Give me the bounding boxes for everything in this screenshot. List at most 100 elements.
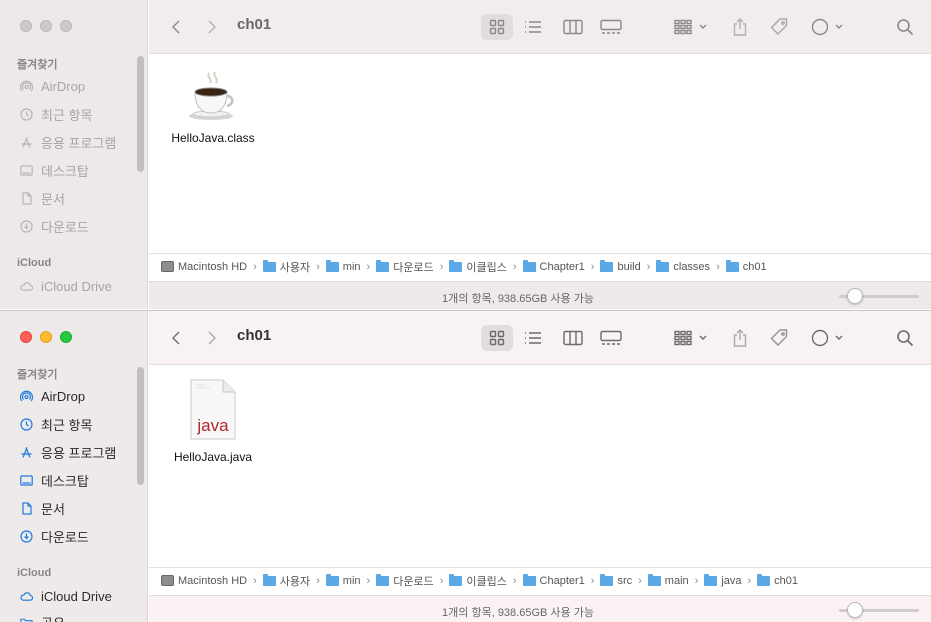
path-item[interactable]: ch01 [725, 259, 767, 273]
chevron-right-icon: › [316, 260, 320, 273]
path-item[interactable]: 다운로드 [376, 573, 434, 589]
close-button[interactable] [20, 20, 32, 32]
folder-icon [725, 259, 739, 272]
sidebar-item-shared[interactable]: 공유 [20, 611, 65, 622]
tag-button[interactable] [767, 14, 791, 40]
sidebar-item-icloud-drive[interactable]: iCloud Drive [20, 585, 112, 607]
search-button[interactable] [893, 14, 917, 40]
list-icon [525, 332, 541, 344]
zoom-button[interactable] [60, 331, 72, 343]
action-button[interactable] [809, 325, 849, 351]
gallery-icon [600, 330, 622, 345]
sidebar-item-desktop[interactable]: 데스크탑 [20, 469, 89, 491]
sidebar-item-documents[interactable]: 문서 [20, 187, 65, 209]
sidebar-item-downloads[interactable]: 다운로드 [20, 525, 89, 547]
path-item[interactable]: 이클립스 [449, 259, 507, 275]
forward-button[interactable] [201, 14, 223, 40]
icon-size-slider[interactable] [839, 602, 919, 618]
path-item[interactable]: Chapter1 [522, 573, 585, 587]
back-button[interactable] [165, 325, 187, 351]
share-button[interactable] [729, 14, 751, 40]
sidebar-item-applications[interactable]: 응용 프로그램 [20, 131, 116, 153]
group-button[interactable] [671, 14, 713, 40]
search-icon [897, 330, 914, 347]
close-button[interactable] [20, 331, 32, 343]
back-button[interactable] [165, 14, 187, 40]
sidebar-item-downloads[interactable]: 다운로드 [20, 215, 89, 237]
icon-view-button[interactable] [481, 14, 513, 40]
grid-icon [489, 19, 505, 35]
sidebar-item-documents[interactable]: 문서 [20, 497, 65, 519]
sidebar-item-label: iCloud Drive [41, 278, 112, 294]
path-item[interactable]: 사용자 [262, 573, 310, 589]
minimize-button[interactable] [40, 20, 52, 32]
chevron-right-icon: › [638, 574, 642, 587]
tag-button[interactable] [767, 325, 791, 351]
clock-icon [20, 107, 33, 121]
path-item-disk[interactable]: Macintosh HD [161, 261, 247, 273]
sidebar-item-recents[interactable]: 최근 항목 [20, 103, 92, 125]
chevron-right-icon: › [747, 574, 752, 587]
path-item[interactable]: main [647, 573, 689, 587]
sidebar-item-applications[interactable]: 응용 프로그램 [20, 441, 116, 463]
path-item[interactable]: 다운로드 [376, 259, 434, 275]
folder-icon [522, 259, 536, 272]
path-item[interactable]: ch01 [757, 573, 798, 587]
folder-icon [600, 259, 614, 272]
sidebar-item-airdrop[interactable]: AirDrop [20, 75, 85, 97]
group-button[interactable] [671, 325, 713, 351]
folder-icon [376, 259, 390, 272]
file-area[interactable]: java HelloJava.java [149, 365, 931, 567]
file-area[interactable]: HelloJava.class [149, 54, 931, 253]
chevron-right-icon: › [512, 260, 517, 273]
file-item[interactable]: HelloJava.class [158, 70, 268, 145]
sidebar-item-desktop[interactable]: 데스크탑 [20, 159, 89, 181]
gallery-view-button[interactable] [597, 14, 625, 40]
search-button[interactable] [893, 325, 917, 351]
folder-icon [704, 573, 718, 586]
icon-size-slider[interactable] [839, 288, 919, 304]
sidebar-section-favorites: 즐겨찾기 [17, 59, 58, 71]
path-item[interactable]: 사용자 [262, 259, 310, 275]
path-item-disk[interactable]: Macintosh HD [161, 575, 247, 587]
column-view-button[interactable] [559, 325, 587, 351]
share-button[interactable] [729, 325, 751, 351]
path-item[interactable]: min [325, 573, 361, 587]
slider-knob[interactable] [847, 288, 863, 304]
minimize-button[interactable] [40, 331, 52, 343]
chevron-right-icon: › [590, 574, 595, 587]
path-item[interactable]: java [704, 573, 742, 587]
chevron-right-icon: › [253, 260, 257, 273]
sidebar-section-icloud: iCloud [17, 257, 52, 269]
sidebar-item-label: 응용 프로그램 [41, 135, 117, 151]
toolbar: ch01 [149, 311, 931, 365]
chevron-right-icon: › [646, 260, 651, 273]
column-view-button[interactable] [559, 14, 587, 40]
list-view-button[interactable] [519, 325, 547, 351]
sidebar-scrollbar[interactable] [137, 56, 144, 172]
folder-icon [449, 259, 463, 272]
chevron-right-icon: › [439, 260, 444, 273]
sidebar-scrollbar[interactable] [137, 367, 144, 485]
sidebar-item-label: 응용 프로그램 [41, 445, 117, 461]
icon-view-button[interactable] [481, 325, 513, 351]
action-button[interactable] [809, 14, 849, 40]
path-item[interactable]: classes [656, 259, 710, 273]
list-view-button[interactable] [519, 14, 547, 40]
sidebar-item-recents[interactable]: 최근 항목 [20, 413, 92, 435]
zoom-button[interactable] [60, 20, 72, 32]
forward-button[interactable] [201, 325, 223, 351]
gallery-view-button[interactable] [597, 325, 625, 351]
path-item[interactable]: Chapter1 [522, 259, 585, 273]
sidebar-item-icloud-drive[interactable]: iCloud Drive [20, 275, 112, 297]
sidebar-item-airdrop[interactable]: AirDrop [20, 385, 85, 407]
path-item[interactable]: 이클립스 [449, 573, 507, 589]
columns-icon [563, 330, 583, 346]
path-item[interactable]: build [600, 259, 641, 273]
slider-knob[interactable] [847, 602, 863, 618]
desktop-icon [20, 474, 33, 487]
folder-icon [325, 259, 339, 272]
path-item[interactable]: src [600, 573, 632, 587]
file-item[interactable]: java HelloJava.java [158, 379, 268, 464]
path-item[interactable]: min [325, 259, 361, 273]
